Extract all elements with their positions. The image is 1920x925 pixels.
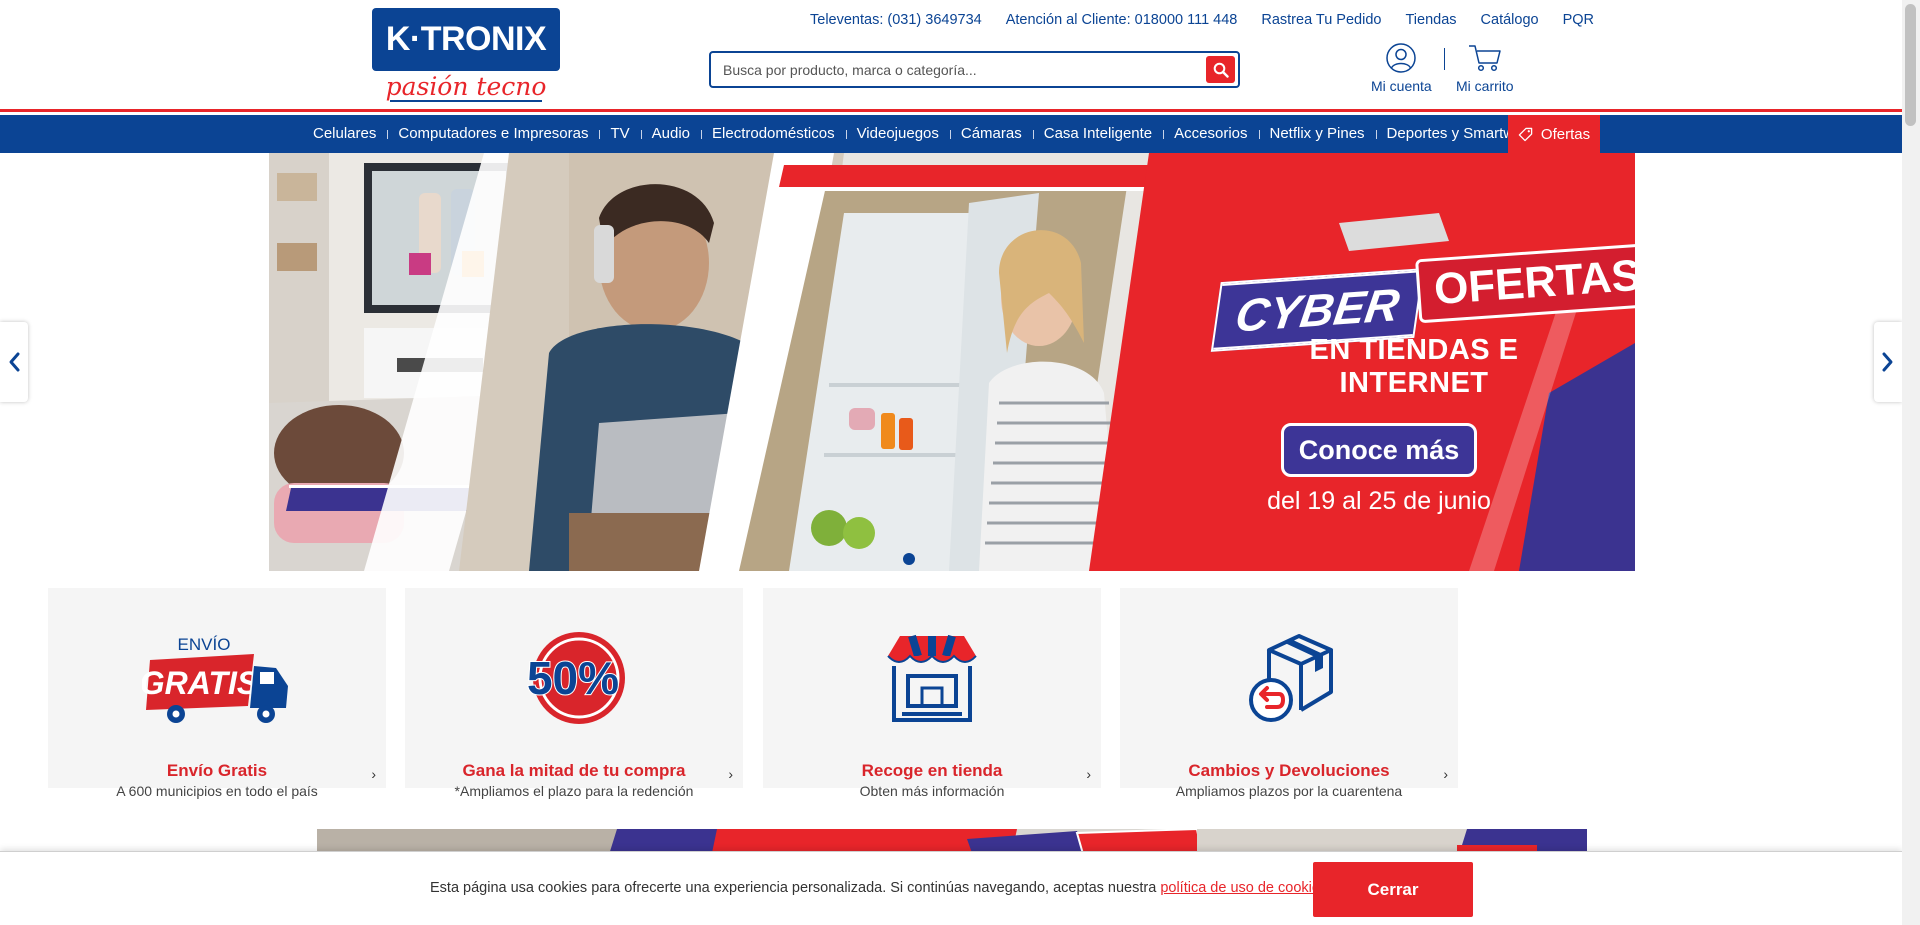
benefit-card-recoge-tienda[interactable]: Recoge en tienda › bbox=[763, 588, 1101, 788]
televentas-link[interactable]: Televentas: (031) 3649734 bbox=[810, 12, 982, 28]
ofertas-label: Ofertas bbox=[1540, 125, 1591, 143]
benefit-title: Recoge en tienda bbox=[861, 761, 1003, 780]
cookie-consent-bar: Esta página usa cookies para ofrecerte u… bbox=[0, 851, 1902, 925]
free-shipping-truck-icon: ENVÍO GRATIS bbox=[142, 635, 288, 723]
benefit-title: Envío Gratis bbox=[166, 761, 268, 780]
chevron-right-icon: › bbox=[1086, 766, 1091, 782]
nav-item-audio[interactable]: Audio bbox=[640, 115, 701, 153]
nav-item-accesorios[interactable]: Accesorios bbox=[1163, 115, 1258, 153]
account-label: Mi cuenta bbox=[1371, 78, 1432, 94]
tag-icon bbox=[1518, 127, 1533, 141]
page-scrollbar[interactable] bbox=[1902, 0, 1920, 925]
hero-title-ofertas: OFERTAS bbox=[1415, 242, 1635, 324]
logo-tagline: pasión tecno bbox=[385, 72, 547, 101]
fifty-percent-icon: 50% bbox=[526, 632, 625, 724]
category-nav: Celulares Computadores e Impresoras TV A… bbox=[0, 115, 1902, 153]
hero-dates: del 19 al 25 de junio bbox=[1267, 487, 1491, 515]
nav-item-celulares[interactable]: Celulares bbox=[302, 115, 387, 153]
search-bar bbox=[709, 51, 1240, 88]
nav-item-tv[interactable]: TV bbox=[599, 115, 640, 153]
benefit-title: Cambios y Devoluciones bbox=[1188, 761, 1390, 780]
nav-item-ofertas[interactable]: Ofertas bbox=[1508, 115, 1600, 153]
header-divider bbox=[1444, 48, 1445, 70]
cart-label: Mi carrito bbox=[1456, 78, 1514, 94]
hero-cta-button[interactable]: Conoce más bbox=[1281, 423, 1477, 477]
carousel-prev-button[interactable] bbox=[0, 322, 28, 402]
logo-underline bbox=[390, 100, 542, 102]
stores-link[interactable]: Tiendas bbox=[1405, 12, 1456, 28]
carousel-next-button[interactable] bbox=[1874, 322, 1902, 402]
site-header: K·TRONIX pasión tecno Televentas: (031) … bbox=[0, 0, 1902, 112]
cookie-message-text: Esta página usa cookies para ofrecerte u… bbox=[430, 880, 1161, 896]
user-icon bbox=[1386, 43, 1417, 73]
chevron-left-icon bbox=[9, 352, 20, 372]
cart-icon bbox=[1468, 45, 1501, 72]
benefit-card-envio-gratis[interactable]: ENVÍO GRATIS Envío Gratis › bbox=[48, 588, 386, 788]
cookie-close-button[interactable]: Cerrar bbox=[1313, 862, 1473, 917]
returns-box-icon bbox=[1249, 634, 1333, 722]
scrollbar-thumb[interactable] bbox=[1905, 4, 1916, 126]
nav-item-netflix-pines[interactable]: Netflix y Pines bbox=[1258, 115, 1376, 153]
account-button[interactable]: Mi cuenta bbox=[1371, 42, 1432, 94]
chevron-right-icon: › bbox=[1443, 766, 1448, 782]
customer-service-link[interactable]: Atención al Cliente: 018000 111 448 bbox=[1006, 12, 1238, 28]
cart-button[interactable]: Mi carrito bbox=[1456, 42, 1514, 94]
benefit-subtitle: A 600 municipios en todo el país bbox=[116, 783, 318, 799]
hero-banner[interactable]: CYBER OFERTAS EN TIENDAS E INTERNET Cono… bbox=[269, 153, 1635, 571]
chevron-right-icon: › bbox=[371, 766, 376, 782]
chevron-right-icon: › bbox=[728, 766, 733, 782]
badge-fifty: 50% bbox=[527, 652, 619, 704]
catalog-link[interactable]: Catálogo bbox=[1481, 12, 1539, 28]
chevron-right-icon bbox=[1882, 352, 1893, 372]
badge-gratis: GRATIS bbox=[142, 665, 259, 701]
benefit-subtitle: Ampliamos plazos por la cuarentena bbox=[1175, 783, 1403, 799]
nav-item-camaras[interactable]: Cámaras bbox=[949, 115, 1033, 153]
search-input[interactable] bbox=[711, 53, 1201, 86]
utility-links: Televentas: (031) 3649734 Atención al Cl… bbox=[810, 12, 1594, 28]
nav-item-casa-inteligente[interactable]: Casa Inteligente bbox=[1032, 115, 1163, 153]
benefit-card-mitad-compra[interactable]: 50% Gana la mitad de tu compra › bbox=[405, 588, 743, 788]
benefit-title: Gana la mitad de tu compra bbox=[462, 761, 686, 780]
benefit-card-cambios-devoluciones[interactable]: Cambios y Devoluciones › bbox=[1120, 588, 1458, 788]
nav-item-computadores[interactable]: Computadores e Impresoras bbox=[387, 115, 599, 153]
store-pickup-icon bbox=[887, 634, 977, 722]
logo-wordmark: K·TRONIX bbox=[372, 8, 560, 71]
cookie-message: Esta página usa cookies para ofrecerte u… bbox=[430, 880, 1331, 896]
track-order-link[interactable]: Rastrea Tu Pedido bbox=[1261, 12, 1381, 28]
pqr-link[interactable]: PQR bbox=[1563, 12, 1594, 28]
carousel-indicator[interactable] bbox=[903, 553, 915, 565]
benefit-subtitle: *Ampliamos el plazo para la redención bbox=[454, 783, 694, 799]
nav-item-electrodomesticos[interactable]: Electrodomésticos bbox=[701, 115, 846, 153]
badge-envio: ENVÍO bbox=[178, 635, 231, 654]
ktronix-logo[interactable]: K·TRONIX pasión tecno bbox=[372, 8, 560, 104]
search-icon bbox=[1213, 62, 1229, 78]
benefit-subtitle: Obten más información bbox=[859, 783, 1005, 799]
hero-title: CYBER OFERTAS bbox=[1210, 242, 1635, 352]
cookie-policy-link[interactable]: política de uso de cookies bbox=[1160, 880, 1327, 896]
hero-subtitle: EN TIENDAS E INTERNET bbox=[1309, 334, 1519, 399]
search-button[interactable] bbox=[1206, 56, 1235, 83]
nav-item-videojuegos[interactable]: Videojuegos bbox=[845, 115, 950, 153]
